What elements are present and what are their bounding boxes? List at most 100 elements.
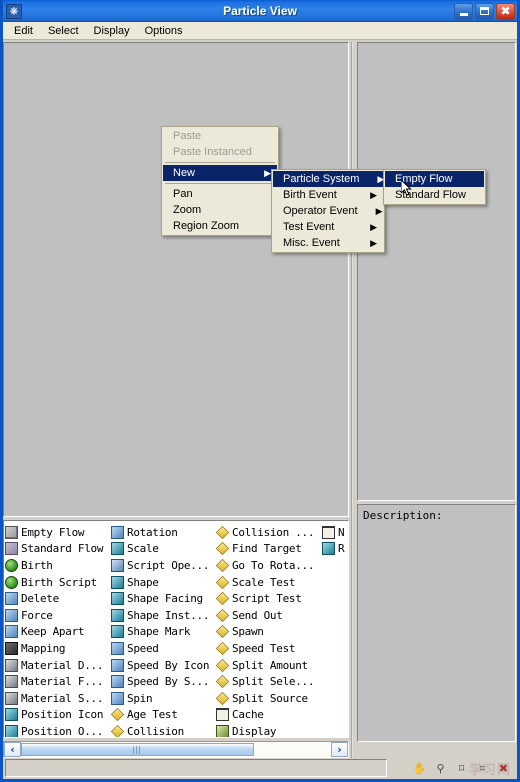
scroll-right-button[interactable]: › — [331, 742, 348, 757]
menu-options[interactable]: Options — [138, 23, 191, 39]
list-item[interactable]: Rotation — [111, 524, 216, 541]
menu-item-particle-system[interactable]: Particle System ▶ — [273, 171, 384, 187]
region-zoom-tool[interactable]: ⌑ — [452, 760, 471, 778]
list-item[interactable]: Split Sele... — [215, 673, 322, 690]
depot-column-4: N R — [322, 524, 348, 737]
list-item[interactable]: Shape Inst... — [111, 607, 216, 624]
list-item[interactable]: Speed By S... — [111, 673, 216, 690]
birth-icon — [5, 558, 18, 572]
list-item[interactable]: Spin — [111, 690, 216, 707]
zoom-extents-tool[interactable]: ⌗ — [473, 760, 492, 778]
list-item[interactable]: Shape Mark — [111, 624, 216, 641]
list-item[interactable]: Speed Test — [215, 640, 322, 657]
list-item[interactable]: Mapping — [5, 640, 111, 657]
menu-item-test-event[interactable]: Test Event ▶ — [273, 219, 383, 235]
list-item[interactable]: R — [322, 541, 348, 558]
pan-tool[interactable]: ✋ — [410, 760, 429, 778]
scroll-left-button[interactable]: ‹ — [4, 742, 21, 757]
list-item[interactable]: Go To Rota... — [215, 557, 322, 574]
collision-icon — [110, 724, 125, 737]
menu-item-birth-event[interactable]: Birth Event ▶ — [273, 187, 383, 203]
menu-display[interactable]: Display — [87, 23, 138, 39]
menu-item-label: Birth Event — [283, 189, 337, 201]
horizontal-scrollbar[interactable]: ‹ › — [3, 741, 349, 758]
menu-item-paste-instanced[interactable]: Paste Instanced — [163, 144, 277, 160]
list-item[interactable]: Cache — [216, 707, 322, 724]
maximize-button[interactable] — [475, 2, 494, 20]
menu-item-operator-event[interactable]: Operator Event ▶ — [273, 203, 383, 219]
list-item[interactable]: Force — [5, 607, 111, 624]
menu-item-pan[interactable]: Pan — [163, 186, 277, 202]
close-button[interactable]: ✖ — [496, 2, 515, 20]
list-item[interactable]: Birth Script — [5, 574, 111, 591]
list-item[interactable]: Script Ope... — [111, 557, 216, 574]
title-bar[interactable]: ⎈ Particle View ✖ — [3, 0, 517, 22]
menu-item-zoom[interactable]: Zoom — [163, 202, 277, 218]
shape-instance-icon — [111, 608, 124, 622]
close-tool[interactable]: ✖ — [494, 760, 513, 778]
list-item[interactable]: Spawn — [215, 624, 322, 641]
list-item-label: Split Sele... — [232, 675, 315, 689]
list-item[interactable]: Standard Flow — [5, 541, 111, 558]
list-item-label: Split Amount — [232, 658, 308, 672]
list-item-label: Standard Flow — [21, 542, 104, 556]
particle-flow-canvas[interactable] — [3, 42, 349, 517]
list-item[interactable]: Material S... — [5, 690, 111, 707]
list-item-label: Spin — [127, 691, 153, 705]
list-item[interactable]: Age Test — [110, 707, 216, 724]
depot-list[interactable]: Empty Flow Standard Flow Birth Birth Scr… — [3, 520, 349, 738]
menu-select[interactable]: Select — [41, 23, 87, 39]
menu-item-misc-event[interactable]: Misc. Event ▶ — [273, 235, 383, 251]
particle-system-submenu: Empty Flow Standard Flow — [383, 169, 486, 205]
list-item[interactable]: Shape — [111, 574, 216, 591]
scrollbar-track[interactable] — [21, 742, 331, 757]
list-item-label: Material F... — [21, 675, 104, 689]
scrollbar-thumb[interactable] — [21, 743, 254, 756]
age-test-icon — [110, 708, 125, 722]
menu-item-label: Empty Flow — [395, 173, 453, 185]
menu-item-new[interactable]: New ▶ — [163, 165, 277, 181]
list-item[interactable]: Shape Facing — [111, 590, 216, 607]
list-item-label: Shape Facing — [127, 592, 203, 606]
list-item[interactable]: Find Target — [215, 541, 322, 558]
speed-by-icon-icon — [111, 658, 124, 672]
list-item[interactable]: Delete — [5, 590, 111, 607]
list-item[interactable]: Keep Apart — [5, 624, 111, 641]
list-item[interactable]: Scale — [111, 541, 216, 558]
list-item[interactable]: Collision ... — [215, 524, 322, 541]
minimize-button[interactable] — [454, 2, 473, 20]
list-item[interactable]: Material F... — [5, 673, 111, 690]
split-amount-icon — [215, 658, 230, 672]
list-item-label: Script Ope... — [127, 558, 210, 572]
list-item[interactable]: Speed By Icon — [111, 657, 216, 674]
list-item[interactable]: Position O... — [5, 723, 111, 737]
menu-item-empty-flow[interactable]: Empty Flow — [385, 171, 484, 187]
list-item-label: Birth — [21, 558, 53, 572]
menu-edit[interactable]: Edit — [7, 23, 41, 39]
list-item[interactable]: Split Amount — [215, 657, 322, 674]
list-item[interactable]: Collision — [110, 723, 216, 737]
list-item[interactable]: Script Test — [215, 590, 322, 607]
menu-item-standard-flow[interactable]: Standard Flow — [385, 187, 484, 203]
list-item[interactable]: Send Out — [215, 607, 322, 624]
parameters-panel[interactable] — [357, 42, 516, 501]
list-item[interactable]: Empty Flow — [5, 524, 111, 541]
chevron-right-icon: ▶ — [375, 205, 383, 216]
list-item[interactable]: N — [322, 524, 348, 541]
window-system-icon[interactable]: ⎈ — [6, 3, 22, 19]
menu-item-label: Misc. Event — [283, 237, 340, 249]
list-item[interactable]: Display — [216, 723, 322, 737]
list-item[interactable]: Scale Test — [215, 574, 322, 591]
depot-panel: Empty Flow Standard Flow Birth Birth Scr… — [3, 520, 349, 758]
list-item[interactable]: Speed — [111, 640, 216, 657]
list-item[interactable]: Birth — [5, 557, 111, 574]
menu-item-region-zoom[interactable]: Region Zoom — [163, 218, 277, 234]
list-item[interactable]: Material D... — [5, 657, 111, 674]
menu-item-paste[interactable]: Paste — [163, 128, 277, 144]
zoom-tool[interactable]: ⚲ — [431, 760, 450, 778]
pane-splitter[interactable] — [349, 42, 357, 758]
list-item[interactable]: Position Icon — [5, 707, 111, 724]
minimize-icon — [459, 12, 468, 16]
list-item[interactable]: Split Source — [215, 690, 322, 707]
display-icon — [216, 724, 229, 737]
